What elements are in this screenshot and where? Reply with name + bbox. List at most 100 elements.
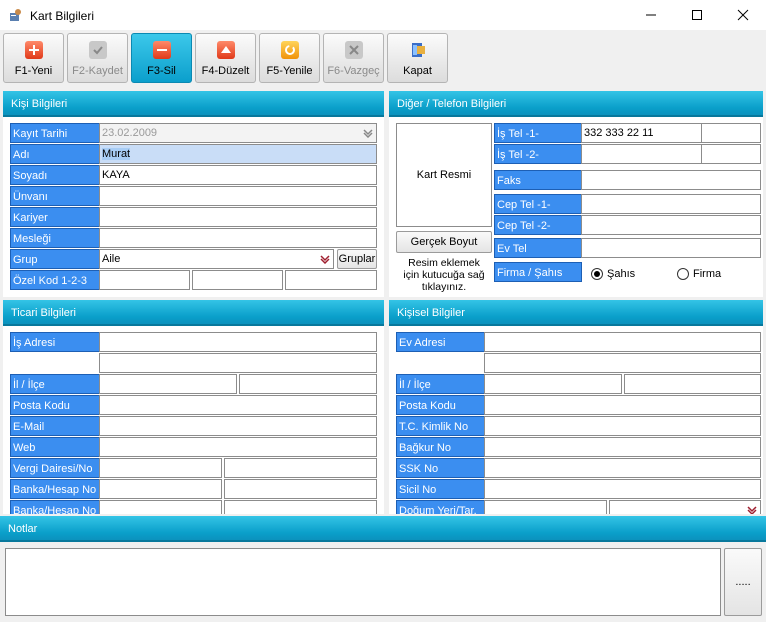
soyadi-input[interactable]: KAYA [99,165,377,185]
bagkur-no-input[interactable] [484,437,761,457]
check-icon [88,41,107,59]
firma-label: Firma [693,268,722,280]
sahis-label: Şahıs [607,268,636,280]
ev-adresi-input-1[interactable] [484,332,761,352]
minimize-button[interactable] [628,0,674,30]
grup-value: Aile [102,253,121,265]
ev-adresi-input-2[interactable] [484,353,761,373]
cep-tel-2-input[interactable] [581,215,761,235]
label-banka-hesap-1: Banka/Hesap No [10,479,100,499]
minimize-icon [646,14,656,16]
kariyer-input[interactable] [99,207,377,227]
cancel-button-label: F6-Vazgeç [327,65,380,77]
close-icon [737,9,749,21]
ozel-kod-1-input[interactable] [99,270,190,290]
web-input[interactable] [99,437,377,457]
kisisel-posta-kodu-input[interactable] [484,395,761,415]
ev-tel-input[interactable] [581,238,761,258]
ozel-kod-3-input[interactable] [285,270,377,290]
label-dogum-yeri: Doğum Yeri/Tar. [396,500,485,514]
chevron-down-icon [747,506,757,514]
is-tel-1-ext-input[interactable] [701,123,761,143]
cancel-button[interactable]: F6-Vazgeç [323,33,384,83]
adi-value: Murat [102,148,131,160]
is-adresi-input-2[interactable] [99,353,377,373]
firma-radio[interactable]: Firma [677,268,721,280]
ssk-no-input[interactable] [484,458,761,478]
radio-checked-icon [591,268,603,280]
vergi-no-input[interactable] [224,458,377,478]
kayit-tarihi-field[interactable]: 23.02.2009 [99,123,377,143]
vergi-dairesi-input[interactable] [99,458,222,478]
banka-1-input[interactable] [99,479,222,499]
new-button[interactable]: F1-Yeni [3,33,64,83]
exit-button-label: Kapat [403,65,432,77]
kart-resmi-box[interactable]: Kart Resmi [396,123,492,227]
delete-button[interactable]: F3-Sil [131,33,192,83]
is-adresi-input-1[interactable] [99,332,377,352]
new-button-label: F1-Yeni [14,65,53,77]
label-cep-tel-1: Cep Tel -1- [494,194,582,214]
label-kayit-tarihi: Kayıt Tarihi [10,123,100,143]
label-is-tel-2: İş Tel -2- [494,144,582,164]
hesap-2-input[interactable] [224,500,377,514]
label-kariyer: Kariyer [10,207,100,227]
gercek-boyut-button[interactable]: Gerçek Boyut [396,231,492,253]
label-ozel-kod: Özel Kod 1-2-3 [10,270,100,290]
dogum-yeri-input[interactable] [484,500,607,514]
hesap-1-input[interactable] [224,479,377,499]
resim-hint: Resim eklemek için kutucuğa sağ tıklayın… [403,257,485,293]
faks-input[interactable] [581,170,761,190]
ozel-kod-2-input[interactable] [192,270,283,290]
label-banka-hesap-2: Banka/Hesap No [10,500,100,514]
grup-select[interactable]: Aile [99,249,334,269]
notlar-panel: ..... [0,542,766,622]
save-button[interactable]: F2-Kaydet [67,33,128,83]
kisisel-panel: Ev Adresi İl / İlçe Posta Kodu T.C. Kiml… [389,326,763,514]
kisi-panel: Kayıt Tarihi 23.02.2009 Adı Murat Soyadı… [3,117,384,297]
adi-input[interactable]: Murat [99,144,377,164]
banka-2-input[interactable] [99,500,222,514]
label-cep-tel-2: Cep Tel -2- [494,215,582,235]
notlar-textarea[interactable] [5,548,721,616]
label-ev-tel: Ev Tel [494,238,582,258]
is-tel-2-input[interactable] [581,144,702,164]
close-button[interactable] [720,0,766,30]
notlar-header: Notlar [0,516,766,542]
label-kisisel-il-ilce: İl / İlçe [396,374,485,394]
kisisel-il-input[interactable] [484,374,622,394]
tc-kimlik-input[interactable] [484,416,761,436]
il-input[interactable] [99,374,237,394]
dogum-tarihi-select[interactable] [609,500,761,514]
is-tel-2-ext-input[interactable] [701,144,761,164]
kayit-tarihi-value: 23.02.2009 [102,127,158,139]
email-input[interactable] [99,416,377,436]
is-tel-1-input[interactable]: 332 333 22 11 [581,123,702,143]
exit-icon [409,41,427,59]
ilce-input[interactable] [239,374,377,394]
ticari-header: Ticari Bilgileri [3,300,384,326]
unvani-input[interactable] [99,186,377,206]
label-meslegi: Mesleği [10,228,100,248]
sicil-no-input[interactable] [484,479,761,499]
plus-icon [24,41,43,59]
edit-button[interactable]: F4-Düzelt [195,33,256,83]
edit-button-label: F4-Düzelt [201,65,250,77]
label-ev-adresi: Ev Adresi [396,332,485,352]
meslegi-input[interactable] [99,228,377,248]
cep-tel-1-input[interactable] [581,194,761,214]
sahis-radio[interactable]: Şahıs [591,268,635,280]
title-bar: Kart Bilgileri [0,0,766,30]
exit-button[interactable]: Kapat [387,33,448,83]
label-unvani: Ünvanı [10,186,100,206]
refresh-button[interactable]: F5-Yenile [259,33,320,83]
label-grup: Grup [10,249,100,269]
kisisel-ilce-input[interactable] [624,374,761,394]
gruplar-button[interactable]: Gruplar [337,249,377,269]
maximize-button[interactable] [674,0,720,30]
notlar-more-button[interactable]: ..... [724,548,762,616]
refresh-button-label: F5-Yenile [266,65,313,77]
label-is-adresi: İş Adresi [10,332,100,352]
posta-kodu-input[interactable] [99,395,377,415]
maximize-icon [692,10,702,20]
